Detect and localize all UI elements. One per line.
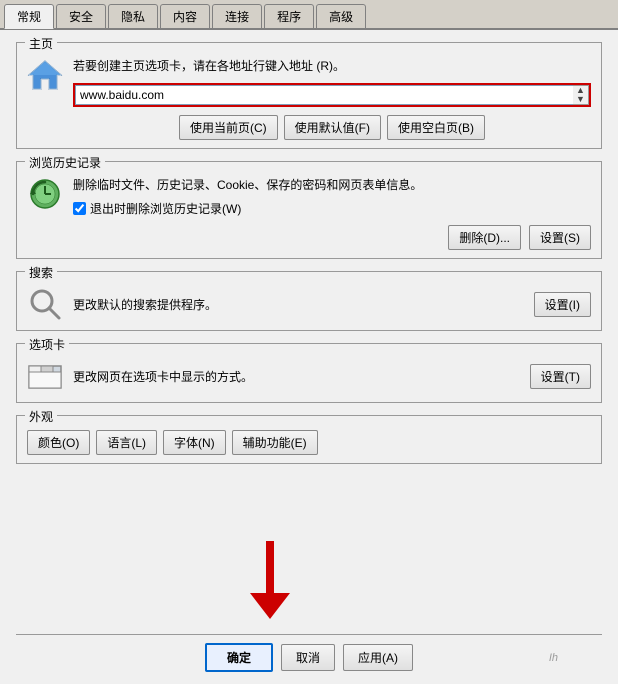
use-current-btn[interactable]: 使用当前页(C)	[179, 115, 278, 140]
search-icon	[27, 286, 63, 322]
tabs-description: 更改网页在选项卡中显示的方式。	[73, 368, 520, 385]
tabs-icon	[27, 358, 63, 394]
search-description: 更改默认的搜索提供程序。	[73, 296, 524, 313]
tab-bar: 常规 安全 隐私 内容 连接 程序 高级	[0, 0, 618, 30]
home-icon	[27, 57, 63, 93]
checkbox-label: 退出时删除浏览历史记录(W)	[90, 200, 241, 217]
url-container: ▲ ▼	[73, 83, 591, 107]
homepage-inner: 若要创建主页选项卡，请在各地址行键入地址 (R)。 ▲ ▼ 使用当前页(C) 使…	[27, 57, 591, 140]
history-icon	[27, 176, 63, 212]
scroll-down-arrow[interactable]: ▼	[576, 95, 585, 104]
history-title: 浏览历史记录	[25, 154, 105, 171]
tabs-settings-section: 选项卡 更改网页在选项卡中显示的方式。 设置(T)	[16, 343, 602, 403]
appearance-section: 外观 颜色(O) 语言(L) 字体(N) 辅助功能(E)	[16, 415, 602, 464]
use-default-btn[interactable]: 使用默认值(F)	[284, 115, 381, 140]
appearance-title: 外观	[25, 408, 57, 425]
bottom-area: 确定 取消 应用(A) Ih	[0, 626, 618, 684]
search-title: 搜索	[25, 264, 57, 281]
appearance-buttons: 颜色(O) 语言(L) 字体(N) 辅助功能(E)	[27, 430, 591, 455]
tab-advanced[interactable]: 高级	[316, 4, 366, 28]
history-section: 浏览历史记录 删除临时文件、历史记录、Cookie、保存的密码和网页	[16, 161, 602, 259]
checkbox-row: 退出时删除浏览历史记录(W)	[73, 200, 591, 217]
search-inner: 更改默认的搜索提供程序。 设置(I)	[27, 286, 591, 322]
history-description: 删除临时文件、历史记录、Cookie、保存的密码和网页表单信息。	[73, 176, 591, 194]
homepage-section: 主页 若要创建主页选项卡，请在各地址行键入地址 (R)。	[16, 42, 602, 149]
bottom-divider	[16, 634, 602, 635]
apply-button[interactable]: 应用(A)	[343, 644, 413, 671]
url-input[interactable]	[75, 85, 573, 105]
search-settings-btn[interactable]: 设置(I)	[534, 292, 591, 317]
url-scrollbar: ▲ ▼	[573, 85, 589, 105]
tab-programs[interactable]: 程序	[264, 4, 314, 28]
tabs-settings-btn[interactable]: 设置(T)	[530, 364, 591, 389]
history-inner: 删除临时文件、历史记录、Cookie、保存的密码和网页表单信息。 退出时删除浏览…	[27, 176, 591, 250]
homepage-buttons: 使用当前页(C) 使用默认值(F) 使用空白页(B)	[73, 115, 591, 140]
history-settings-btn[interactable]: 设置(S)	[529, 225, 591, 250]
tab-connection[interactable]: 连接	[212, 4, 262, 28]
search-section: 搜索 更改默认的搜索提供程序。 设置(I)	[16, 271, 602, 331]
tabs-section-title: 选项卡	[25, 336, 69, 353]
cancel-button[interactable]: 取消	[281, 644, 335, 671]
history-right: 删除临时文件、历史记录、Cookie、保存的密码和网页表单信息。 退出时删除浏览…	[73, 176, 591, 250]
tab-privacy[interactable]: 隐私	[108, 4, 158, 28]
font-btn[interactable]: 字体(N)	[163, 430, 226, 455]
use-blank-btn[interactable]: 使用空白页(B)	[387, 115, 485, 140]
red-arrow	[240, 541, 300, 624]
clear-on-exit-checkbox[interactable]	[73, 202, 86, 215]
tab-content[interactable]: 内容	[160, 4, 210, 28]
color-btn[interactable]: 颜色(O)	[27, 430, 90, 455]
ok-button[interactable]: 确定	[205, 643, 273, 672]
language-btn[interactable]: 语言(L)	[96, 430, 157, 455]
accessibility-btn[interactable]: 辅助功能(E)	[232, 430, 318, 455]
delete-btn[interactable]: 删除(D)...	[448, 225, 521, 250]
history-buttons: 删除(D)... 设置(S)	[73, 225, 591, 250]
tab-general[interactable]: 常规	[4, 4, 54, 29]
main-content: 主页 若要创建主页选项卡，请在各地址行键入地址 (R)。	[0, 30, 618, 488]
tabs-inner: 更改网页在选项卡中显示的方式。 设置(T)	[27, 358, 591, 394]
bottom-buttons: 确定 取消 应用(A)	[16, 643, 602, 672]
dialog: 常规 安全 隐私 内容 连接 程序 高级 主页 若	[0, 0, 618, 684]
homepage-description: 若要创建主页选项卡，请在各地址行键入地址 (R)。	[73, 57, 591, 75]
watermark: Ih	[549, 652, 558, 664]
homepage-title: 主页	[25, 35, 57, 52]
homepage-right: 若要创建主页选项卡，请在各地址行键入地址 (R)。 ▲ ▼ 使用当前页(C) 使…	[73, 57, 591, 140]
tab-security[interactable]: 安全	[56, 4, 106, 28]
